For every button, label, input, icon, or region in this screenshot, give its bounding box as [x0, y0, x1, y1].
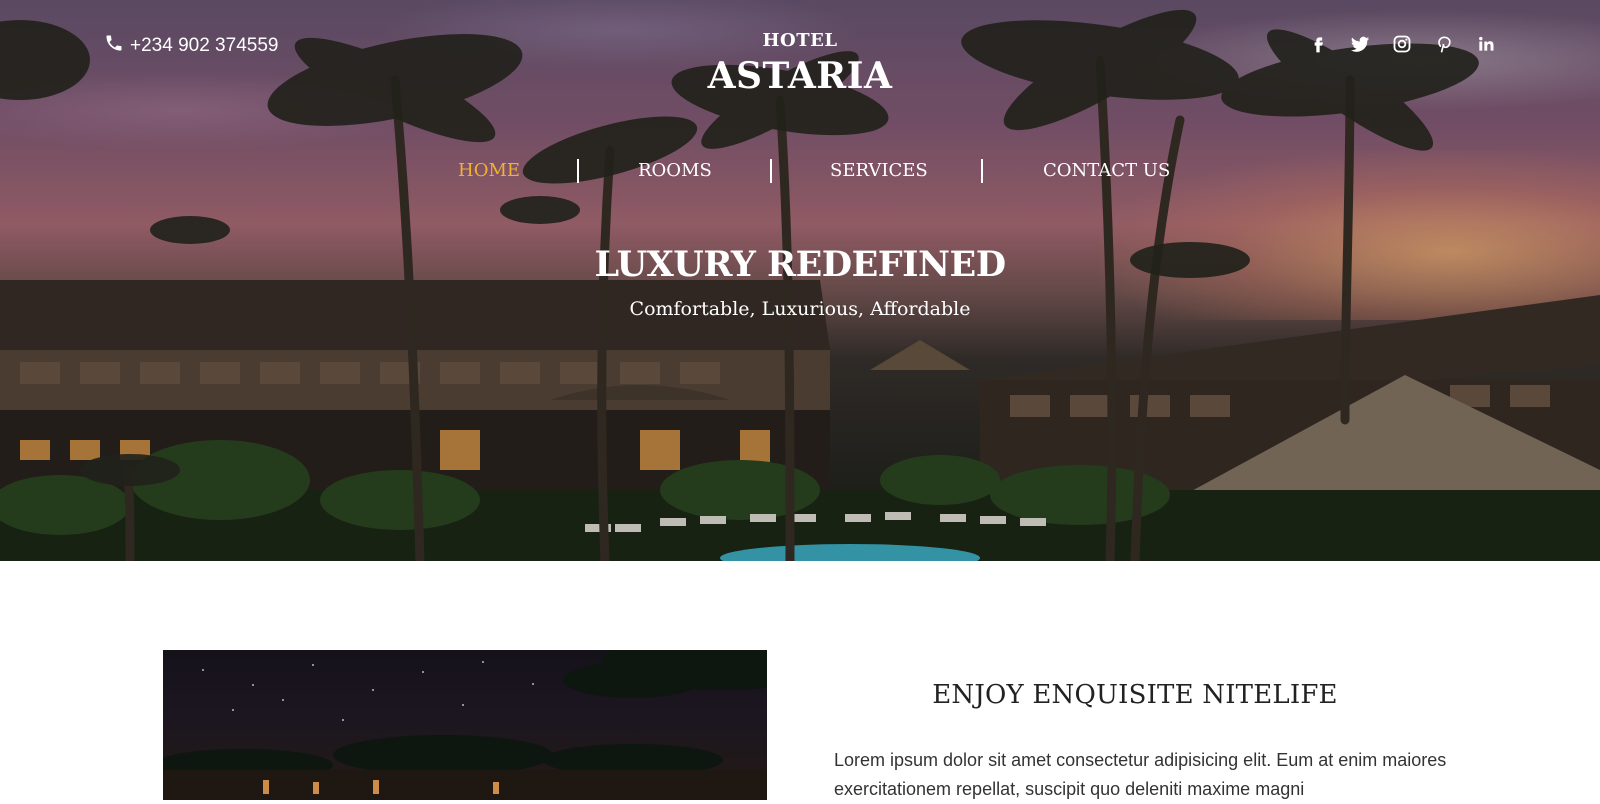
feature-title: ENJOY ENQUISITE NITELIFE: [932, 680, 1338, 710]
social-links: [1308, 34, 1496, 54]
facebook-icon[interactable]: [1308, 34, 1328, 54]
pinterest-icon[interactable]: [1434, 34, 1454, 54]
nightlife-photo: [163, 650, 767, 800]
linkedin-icon[interactable]: [1476, 34, 1496, 54]
nav-divider: [577, 159, 579, 183]
nav-divider: [981, 159, 983, 183]
instagram-icon[interactable]: [1392, 34, 1412, 54]
brand-small: HOTEL: [762, 30, 838, 51]
main-nav: HOME ROOMS SERVICES CONTACT US: [420, 156, 1180, 186]
feature-body: Lorem ipsum dolor sit amet consectetur a…: [834, 750, 1447, 799]
hero-subtitle: Comfortable, Luxurious, Affordable: [629, 298, 971, 320]
nav-item-contact-us[interactable]: CONTACT US: [1043, 160, 1170, 181]
hotel-logo[interactable]: HOTEL ASTARIA: [690, 30, 910, 97]
phone-number: +234 902 374559: [130, 35, 279, 56]
phone-icon: [104, 33, 124, 59]
brand-name: ASTARIA: [707, 55, 893, 97]
nav-item-rooms[interactable]: ROOMS: [638, 160, 712, 181]
nav-divider: [770, 159, 772, 183]
hero-banner: +234 902 374559 HOTEL ASTARIA HOME ROOMS…: [0, 0, 1600, 561]
hero-title: LUXURY REDEFINED: [594, 244, 1006, 285]
nav-item-services[interactable]: SERVICES: [830, 160, 928, 181]
nav-item-home[interactable]: HOME: [458, 160, 520, 181]
twitter-icon[interactable]: [1350, 34, 1370, 54]
phone-contact[interactable]: +234 902 374559: [104, 34, 278, 58]
